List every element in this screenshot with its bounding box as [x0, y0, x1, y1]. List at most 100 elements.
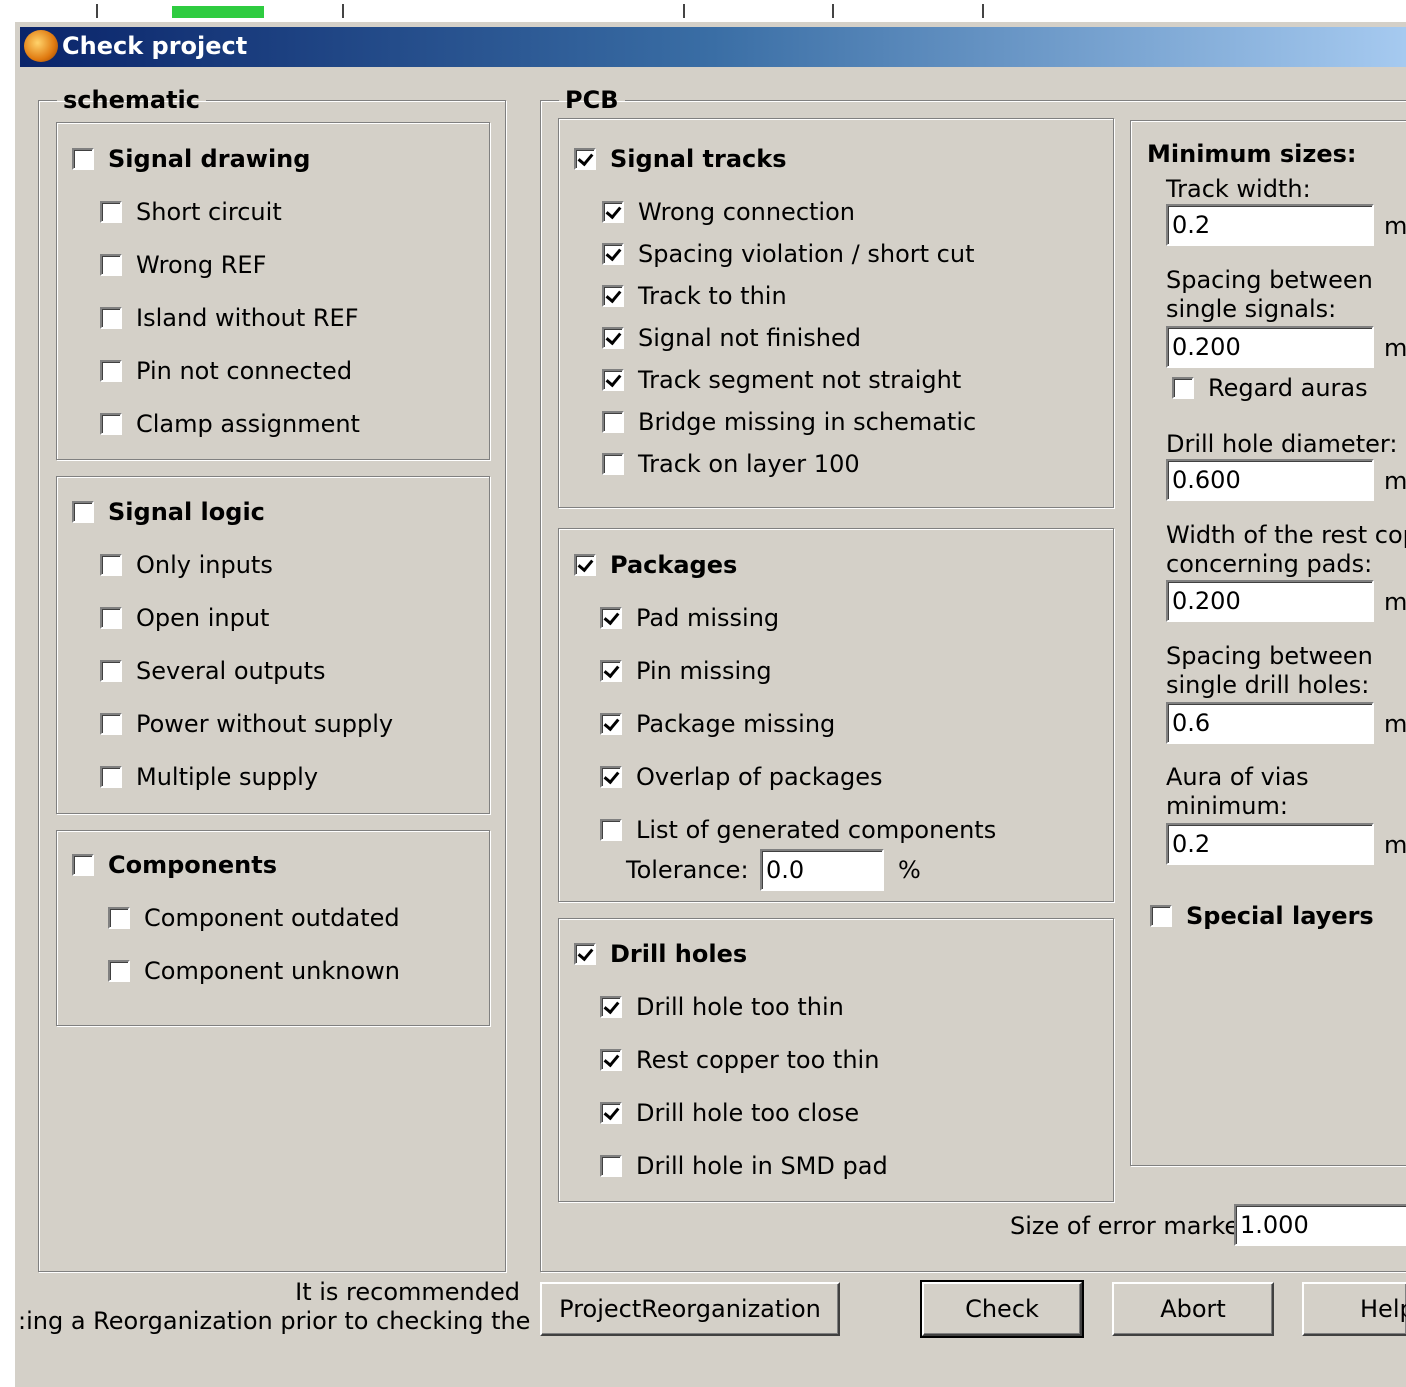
spacing-violation-checkbox[interactable]: Spacing violation / short cut [602, 240, 974, 268]
pin-missing-checkbox[interactable]: Pin missing [600, 657, 772, 685]
wrong-connection-checkbox[interactable]: Wrong connection [602, 198, 855, 226]
unit-label: mı [1384, 588, 1406, 616]
checkbox-box[interactable] [1150, 905, 1172, 927]
checkbox-box[interactable] [100, 713, 122, 735]
component-outdated-checkbox[interactable]: Component outdated [108, 904, 400, 932]
checkbox-box[interactable] [600, 713, 622, 735]
package-missing-checkbox[interactable]: Package missing [600, 710, 835, 738]
tolerance-label: Tolerance: [626, 856, 749, 884]
error-markers-input[interactable]: 1.000 [1234, 1204, 1406, 1246]
checkbox-box[interactable] [100, 201, 122, 223]
rest-copper-label: Width of the rest coppe [1166, 521, 1406, 549]
drill-diameter-input[interactable]: 0.600 [1166, 459, 1374, 501]
checkbox-box[interactable] [574, 148, 596, 170]
checkbox-box[interactable] [100, 660, 122, 682]
minimum-sizes-title: Minimum sizes: [1147, 140, 1357, 168]
abort-button[interactable]: Abort [1112, 1282, 1274, 1336]
checkbox-box[interactable] [600, 1102, 622, 1124]
several-outputs-checkbox[interactable]: Several outputs [100, 657, 326, 685]
checkbox-box[interactable] [600, 607, 622, 629]
special-layers-checkbox[interactable]: Special layers [1150, 902, 1374, 930]
checkbox-box[interactable] [602, 369, 624, 391]
checkbox-box[interactable] [600, 1155, 622, 1177]
components-checkbox[interactable]: Components [72, 851, 277, 879]
aura-vias-label: minimum: [1166, 792, 1288, 820]
project-reorganization-button[interactable]: ProjectReorganization [540, 1282, 840, 1336]
checkbox-box[interactable] [100, 554, 122, 576]
checkbox-box[interactable] [600, 1049, 622, 1071]
checkbox-box[interactable] [108, 907, 130, 929]
checkbox-box[interactable] [602, 327, 624, 349]
wrong-ref-checkbox[interactable]: Wrong REF [100, 251, 266, 279]
multiple-supply-checkbox[interactable]: Multiple supply [100, 763, 318, 791]
rest-copper-input[interactable]: 0.200 [1166, 580, 1374, 622]
checkbox-box[interactable] [602, 201, 624, 223]
signal-drawing-checkbox[interactable]: Signal drawing [72, 145, 310, 173]
checkbox-box[interactable] [602, 243, 624, 265]
spacing-drill-label: Spacing between [1166, 642, 1373, 670]
spacing-signals-input[interactable]: 0.200 [1166, 326, 1374, 368]
checkbox-box[interactable] [600, 819, 622, 841]
checkbox-box[interactable] [100, 254, 122, 276]
error-markers-label: Size of error markers: [1010, 1212, 1270, 1240]
track-to-thin-checkbox[interactable]: Track to thin [602, 282, 787, 310]
check-button[interactable]: Check [920, 1280, 1084, 1338]
clamp-assignment-checkbox[interactable]: Clamp assignment [100, 410, 360, 438]
open-input-checkbox[interactable]: Open input [100, 604, 269, 632]
checkbox-box[interactable] [100, 413, 122, 435]
component-unknown-checkbox[interactable]: Component unknown [108, 957, 400, 985]
only-inputs-checkbox[interactable]: Only inputs [100, 551, 273, 579]
rest-copper-label: concerning pads: [1166, 550, 1373, 578]
ruler-tick [982, 4, 984, 18]
short-circuit-checkbox[interactable]: Short circuit [100, 198, 282, 226]
signal-logic-checkbox[interactable]: Signal logic [72, 498, 265, 526]
power-without-supply-checkbox[interactable]: Power without supply [100, 710, 393, 738]
packages-checkbox[interactable]: Packages [574, 551, 737, 579]
checkbox-box[interactable] [600, 766, 622, 788]
island-without-ref-checkbox[interactable]: Island without REF [100, 304, 359, 332]
checkbox-box[interactable] [72, 854, 94, 876]
progress-indicator [172, 6, 264, 18]
drill-hole-in-smd-pad-checkbox[interactable]: Drill hole in SMD pad [600, 1152, 888, 1180]
checkbox-box[interactable] [100, 607, 122, 629]
regard-auras-checkbox[interactable]: Regard auras [1172, 374, 1368, 402]
checkbox-box[interactable] [574, 554, 596, 576]
checkbox-box[interactable] [100, 766, 122, 788]
hint-text-line-1: It is recommended [295, 1278, 520, 1306]
signal-not-finished-checkbox[interactable]: Signal not finished [602, 324, 861, 352]
checkbox-box[interactable] [574, 943, 596, 965]
help-button[interactable]: Help [1302, 1282, 1406, 1336]
checkbox-box[interactable] [602, 411, 624, 433]
unit-label: mı [1384, 710, 1406, 738]
list-generated-components-checkbox[interactable]: List of generated components [600, 816, 996, 844]
checkbox-box[interactable] [1172, 377, 1194, 399]
rest-copper-too-thin-checkbox[interactable]: Rest copper too thin [600, 1046, 879, 1074]
spacing-drill-label: single drill holes: [1166, 671, 1370, 699]
window-title: Check project [62, 32, 248, 60]
pad-missing-checkbox[interactable]: Pad missing [600, 604, 779, 632]
drill-hole-too-thin-checkbox[interactable]: Drill hole too thin [600, 993, 844, 1021]
track-width-input[interactable]: 0.2 [1166, 204, 1374, 246]
checkbox-box[interactable] [72, 501, 94, 523]
checkbox-box[interactable] [602, 453, 624, 475]
tolerance-input[interactable]: 0.0 [760, 849, 884, 891]
track-on-layer-100-checkbox[interactable]: Track on layer 100 [602, 450, 860, 478]
aura-vias-label: Aura of vias [1166, 763, 1309, 791]
checkbox-box[interactable] [600, 996, 622, 1018]
checkbox-box[interactable] [602, 285, 624, 307]
spacing-drill-input[interactable]: 0.6 [1166, 702, 1374, 744]
checkbox-box[interactable] [100, 360, 122, 382]
track-segment-not-straight-checkbox[interactable]: Track segment not straight [602, 366, 961, 394]
drill-hole-too-close-checkbox[interactable]: Drill hole too close [600, 1099, 859, 1127]
checkbox-box[interactable] [72, 148, 94, 170]
unit-label: mı [1384, 334, 1406, 362]
checkbox-box[interactable] [108, 960, 130, 982]
drill-holes-checkbox[interactable]: Drill holes [574, 940, 747, 968]
checkbox-box[interactable] [100, 307, 122, 329]
pin-not-connected-checkbox[interactable]: Pin not connected [100, 357, 352, 385]
overlap-packages-checkbox[interactable]: Overlap of packages [600, 763, 883, 791]
signal-tracks-checkbox[interactable]: Signal tracks [574, 145, 787, 173]
checkbox-box[interactable] [600, 660, 622, 682]
bridge-missing-checkbox[interactable]: Bridge missing in schematic [602, 408, 976, 436]
aura-vias-input[interactable]: 0.2 [1166, 823, 1374, 865]
